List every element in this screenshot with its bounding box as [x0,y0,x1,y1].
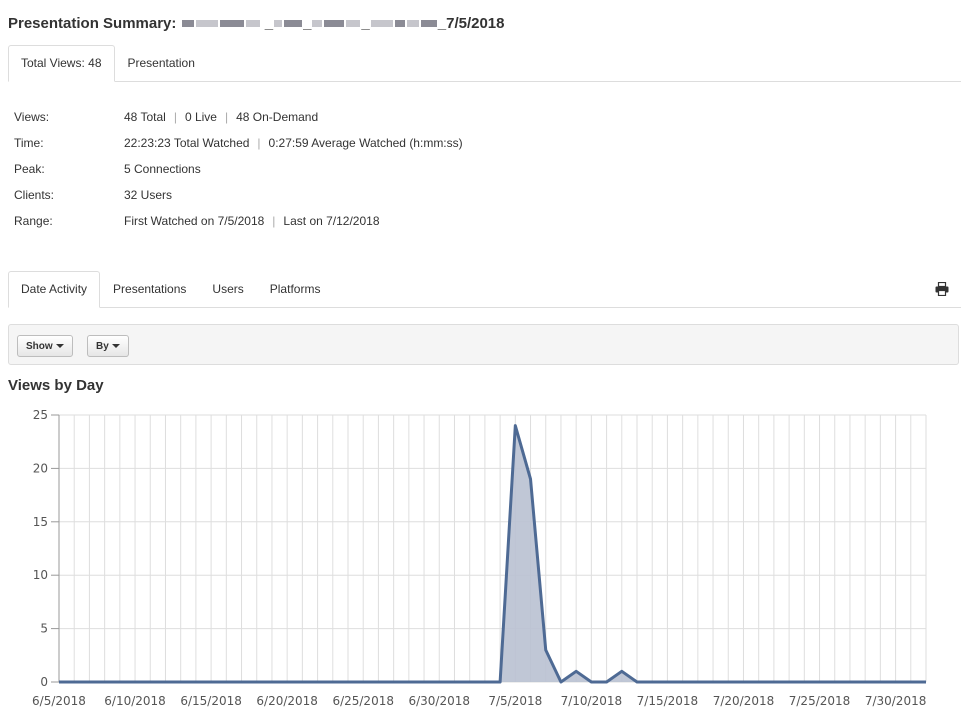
redacted-title-block [370,15,438,32]
x-tick-label: 6/5/2018 [32,694,86,708]
tab-presentation[interactable]: Presentation [115,45,208,80]
x-tick-label: 7/20/2018 [713,694,775,708]
y-tick-label: 20 [33,461,48,475]
stat-label: Range: [14,214,53,228]
tab-users[interactable]: Users [199,271,256,306]
stat-value: 48 Total | 0 Live | 48 On-Demand [124,110,319,124]
stat-label: Clients: [14,188,55,202]
redacted-title-block [273,15,303,32]
stat-row-clients: Clients: 32 Users [14,182,463,208]
tab-total-views[interactable]: Total Views: 48 [8,45,115,82]
report-toolbar: Show By [8,324,959,365]
chart-title: Views by Day [8,377,104,394]
y-tick-label: 0 [40,675,48,689]
x-tick-label: 6/20/2018 [256,694,318,708]
stat-label: Peak: [14,162,45,176]
x-tick-label: 7/5/2018 [488,694,542,708]
stat-value: 5 Connections [124,162,201,176]
x-tick-label: 7/10/2018 [561,694,623,708]
x-tick-label: 7/25/2018 [789,694,851,708]
print-icon[interactable] [935,282,949,296]
summary-tabs: Total Views: 48 Presentation [8,45,961,82]
tab-presentations[interactable]: Presentations [100,271,199,306]
stat-label: Views: [14,110,50,124]
redacted-title-block [311,15,361,32]
show-dropdown-button[interactable]: Show [17,335,73,357]
page-title-prefix: Presentation Summary: [8,15,177,32]
stat-value: 32 Users [124,188,173,202]
caret-down-icon [111,344,120,348]
x-tick-label: 6/25/2018 [332,694,394,708]
stat-label: Time: [14,136,44,150]
tab-platforms[interactable]: Platforms [257,271,334,306]
y-tick-label: 25 [33,408,48,422]
page-title: Presentation Summary: _ _ _ _7/5/2018 [8,15,505,32]
report-tabs: Date Activity Presentations Users Platfo… [8,271,961,308]
stat-row-range: Range: First Watched on 7/5/2018 | Last on… [14,208,463,234]
x-tick-label: 7/30/2018 [865,694,927,708]
stat-value: 22:23:23 Total Watched | 0:27:59 Average W… [124,136,463,150]
stat-row-views: Views: 48 Total | 0 Live | 48 On-Demand [14,104,463,130]
by-dropdown-button[interactable]: By [87,335,129,357]
stat-row-time: Time: 22:23:23 Total Watched | 0:27:59 Ave… [14,130,463,156]
stat-value: First Watched on 7/5/2018 | Last on 7/12/2… [124,214,380,228]
stat-row-peak: Peak: 5 Connections [14,156,463,182]
tab-date-activity[interactable]: Date Activity [8,271,101,308]
redacted-title-block [181,15,265,32]
y-tick-label: 5 [40,622,48,636]
x-tick-label: 7/15/2018 [637,694,699,708]
y-tick-label: 10 [33,568,48,582]
x-tick-label: 6/30/2018 [408,694,470,708]
summary-stats: Views: 48 Total | 0 Live | 48 On-Demand Time… [14,104,463,234]
series-line [59,424,926,684]
x-tick-label: 6/15/2018 [180,694,242,708]
caret-down-icon [55,344,64,348]
x-tick-label: 6/10/2018 [104,694,166,708]
series-area [500,425,637,682]
page-title-suffix: _7/5/2018 [437,15,505,32]
views-by-day-chart: 0 5 10 15 20 25 6/5/2018 6/10/2018 6/15/2018 6/20… [32,408,927,708]
y-tick-label: 15 [33,515,48,529]
